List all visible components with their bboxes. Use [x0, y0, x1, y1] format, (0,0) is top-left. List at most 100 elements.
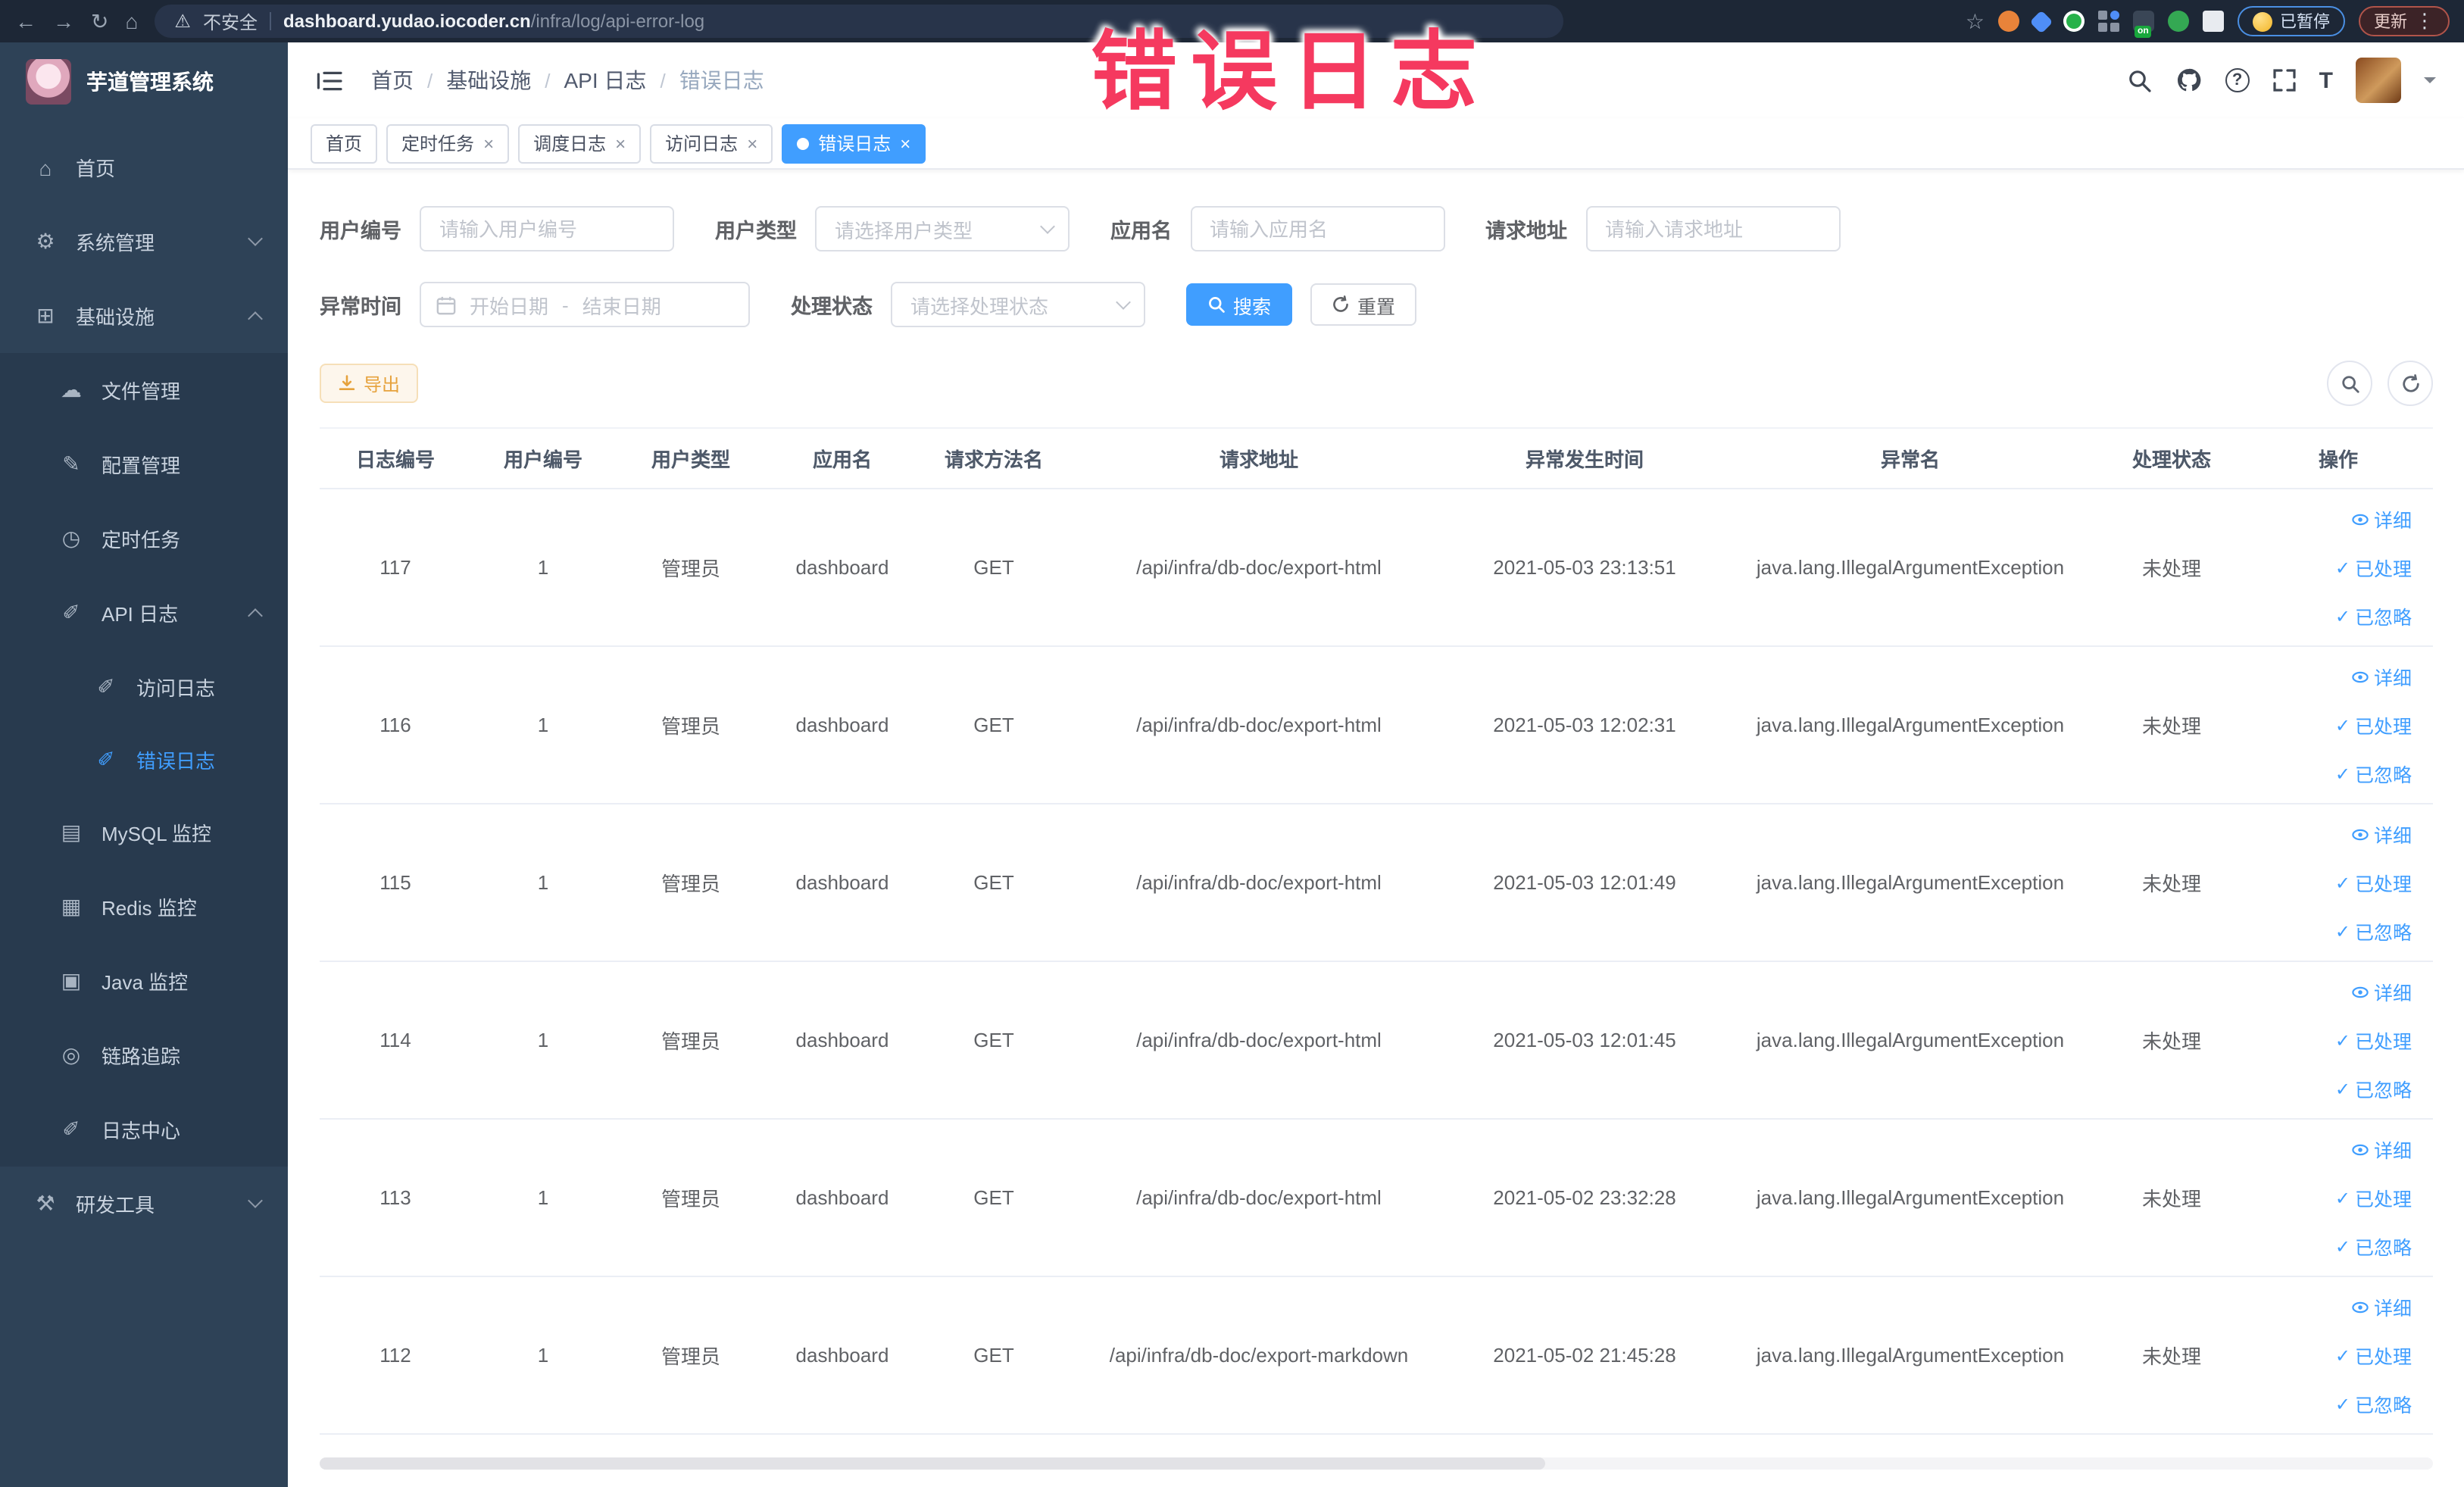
mark-processed-link[interactable]: ✓ 已处理	[2335, 553, 2412, 582]
date-range-picker[interactable]: 开始日期 - 结束日期	[420, 282, 750, 327]
back-icon[interactable]: ←	[15, 11, 36, 32]
caret-down-icon[interactable]	[2424, 77, 2436, 89]
sidebar-item-log-center[interactable]: ✐ 日志中心	[0, 1092, 288, 1167]
mark-ignored-link[interactable]: ✓ 已忽略	[2335, 601, 2412, 630]
sidebar-item-trace[interactable]: ◎ 链路追踪	[0, 1018, 288, 1092]
sidebar-item-error-log[interactable]: ✐ 错误日志	[0, 723, 288, 795]
breadcrumb-infra[interactable]: 基础设施	[446, 65, 531, 95]
reload-icon[interactable]: ↻	[91, 11, 108, 32]
check-icon: ✓	[2334, 920, 2350, 942]
update-button[interactable]: 更新 ⋮	[2359, 6, 2450, 36]
detail-link[interactable]: 详细	[2351, 505, 2412, 533]
breadcrumb-home[interactable]: 首页	[371, 65, 414, 95]
extension-icon[interactable]	[2098, 11, 2119, 32]
mark-processed-link[interactable]: ✓ 已处理	[2335, 1026, 2412, 1054]
paused-profile-pill[interactable]: 已暂停	[2238, 6, 2345, 36]
sidebar-item-scheduled-job[interactable]: ◷ 定时任务	[0, 501, 288, 576]
extension-icon[interactable]	[2063, 11, 2085, 32]
refresh-button[interactable]	[2387, 361, 2433, 406]
close-icon[interactable]: ×	[483, 134, 494, 152]
sidebar-item-devtools[interactable]: ⚒ 研发工具	[0, 1167, 288, 1241]
row-actions: 详细 ✓ 已处理 ✓ 已忽略	[2250, 505, 2427, 630]
app-name-input[interactable]	[1190, 206, 1444, 251]
page-header: 首页 / 基础设施 / API 日志 / 错误日志 ? T	[288, 42, 2464, 118]
cell-user-type: 管理员	[615, 804, 767, 962]
sidebar-item-java-monitor[interactable]: ▣ Java 监控	[0, 944, 288, 1018]
browser-menu-icon[interactable]: ⋮	[2415, 9, 2434, 33]
tab-access-log[interactable]: 访问日志 ×	[650, 123, 773, 163]
security-label[interactable]: 不安全	[203, 8, 258, 34]
mark-ignored-link[interactable]: ✓ 已忽略	[2335, 1389, 2412, 1418]
check-icon: ✓	[2334, 1029, 2350, 1051]
address-bar[interactable]: ⚠ 不安全 dashboard.yudao.iocoder.cn/infra/l…	[155, 5, 1564, 38]
sidebar-item-file-manage[interactable]: ☁ 文件管理	[0, 353, 288, 427]
status-select[interactable]: 请选择处理状态	[891, 282, 1145, 327]
forward-icon[interactable]: →	[53, 11, 74, 32]
mark-processed-link[interactable]: ✓ 已处理	[2335, 711, 2412, 739]
security-warning-icon[interactable]: ⚠	[174, 11, 191, 32]
sidebar-item-access-log[interactable]: ✐ 访问日志	[0, 650, 288, 723]
close-icon[interactable]: ×	[615, 134, 626, 152]
mark-processed-link[interactable]: ✓ 已处理	[2335, 1183, 2412, 1212]
toggle-search-button[interactable]	[2327, 361, 2372, 406]
avatar[interactable]	[2356, 58, 2401, 103]
sidebar-item-infra[interactable]: ⊞ 基础设施	[0, 279, 288, 353]
search-icon[interactable]	[2127, 67, 2153, 93]
detail-link[interactable]: 详细	[2351, 662, 2412, 691]
github-icon[interactable]	[2175, 67, 2203, 94]
mark-processed-link[interactable]: ✓ 已处理	[2335, 1341, 2412, 1370]
tab-error-log[interactable]: 错误日志 ×	[782, 123, 926, 163]
cell-app-name: dashboard	[767, 804, 918, 962]
tab-job-log[interactable]: 调度日志 ×	[518, 123, 642, 163]
breadcrumb-api-log[interactable]: API 日志	[564, 65, 647, 95]
collapse-menu-icon[interactable]	[317, 69, 342, 92]
extension-icon[interactable]: on	[2133, 11, 2154, 38]
extensions-puzzle-icon[interactable]	[2203, 11, 2224, 32]
sidebar-item-label: 文件管理	[101, 380, 181, 403]
mark-processed-link[interactable]: ✓ 已处理	[2335, 868, 2412, 897]
url-text[interactable]: dashboard.yudao.iocoder.cn/infra/log/api…	[283, 11, 704, 32]
fullscreen-icon[interactable]	[2272, 68, 2297, 92]
tab-home[interactable]: 首页	[311, 123, 378, 163]
close-icon[interactable]: ×	[747, 134, 757, 152]
extension-icon[interactable]	[2029, 9, 2053, 33]
cell-method: GET	[918, 1276, 1070, 1435]
user-type-select[interactable]: 请选择用户类型	[815, 206, 1070, 251]
detail-link[interactable]: 详细	[2351, 1135, 2412, 1164]
scrollbar-thumb[interactable]	[320, 1457, 1546, 1470]
app-logo[interactable]: 芋道管理系统	[0, 42, 288, 121]
sidebar-item-system[interactable]: ⚙ 系统管理	[0, 205, 288, 279]
bookmark-star-icon[interactable]: ☆	[1966, 8, 1985, 34]
detail-link[interactable]: 详细	[2351, 1292, 2412, 1321]
end-date-placeholder[interactable]: 结束日期	[582, 290, 661, 319]
mark-ignored-link[interactable]: ✓ 已忽略	[2335, 917, 2412, 945]
detail-link[interactable]: 详细	[2351, 820, 2412, 848]
font-size-icon[interactable]: T	[2319, 67, 2333, 93]
start-date-placeholder[interactable]: 开始日期	[470, 290, 548, 319]
mark-ignored-link[interactable]: ✓ 已忽略	[2335, 1074, 2412, 1103]
horizontal-scrollbar[interactable]	[320, 1457, 2433, 1470]
mark-ignored-link[interactable]: ✓ 已忽略	[2335, 1232, 2412, 1261]
detail-link[interactable]: 详细	[2351, 977, 2412, 1006]
close-icon[interactable]: ×	[900, 134, 910, 152]
filter-row-2: 异常时间 开始日期 - 结束日期 处理状态 请选择处理状态 搜索 重置	[320, 282, 2433, 327]
extension-icon[interactable]	[1998, 11, 2019, 32]
sidebar-item-mysql-monitor[interactable]: ▤ MySQL 监控	[0, 795, 288, 870]
home-icon[interactable]: ⌂	[125, 11, 138, 32]
help-icon[interactable]: ?	[2225, 68, 2250, 92]
sidebar-item-config-manage[interactable]: ✎ 配置管理	[0, 427, 288, 501]
extension-icon[interactable]	[2168, 11, 2189, 32]
sidebar-item-api-log[interactable]: ✐ API 日志	[0, 576, 288, 650]
tab-scheduled-job[interactable]: 定时任务 ×	[386, 123, 510, 163]
user-id-input[interactable]	[420, 206, 674, 251]
search-button[interactable]: 搜索	[1186, 283, 1293, 326]
tab-label: 访问日志	[665, 133, 739, 155]
sidebar-item-redis-monitor[interactable]: ▦ Redis 监控	[0, 870, 288, 944]
request-url-input[interactable]	[1585, 206, 1840, 251]
reset-button[interactable]: 重置	[1310, 283, 1417, 326]
sidebar-item-home[interactable]: ⌂ 首页	[0, 130, 288, 205]
export-button[interactable]: 导出	[320, 364, 419, 403]
mark-ignored-link[interactable]: ✓ 已忽略	[2335, 759, 2412, 788]
divider	[269, 12, 271, 30]
cell-log-id: 115	[320, 804, 471, 962]
